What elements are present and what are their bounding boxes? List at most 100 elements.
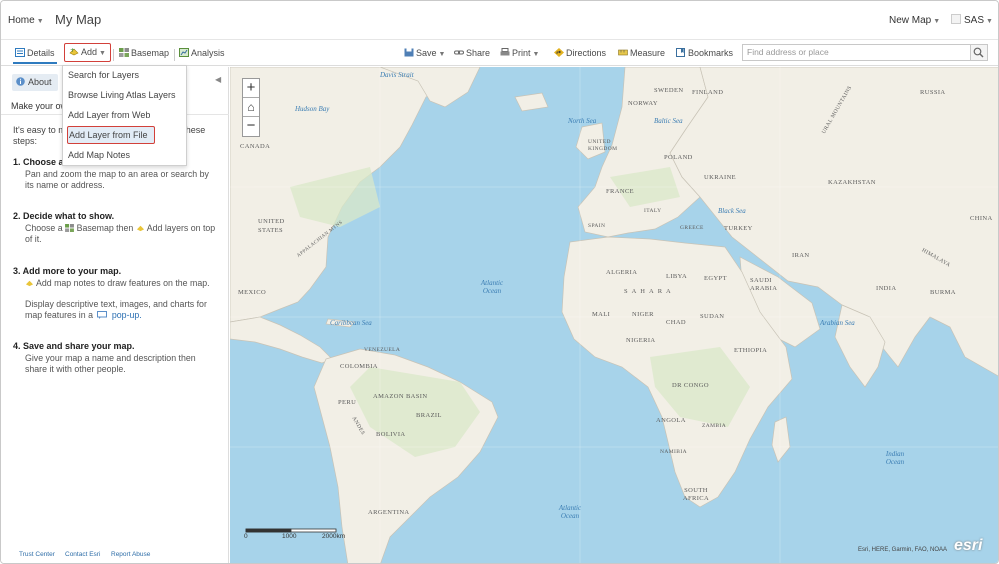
map-label: CHAD	[666, 319, 687, 326]
map-label: DR CONGO	[672, 382, 709, 389]
map-label: BRAZIL	[416, 412, 442, 419]
map-label: SAUDI ARABIA	[750, 277, 778, 292]
user-avatar-icon[interactable]	[951, 14, 961, 24]
menu-item-add-layer-from-file[interactable]: Add Layer from File	[67, 126, 155, 144]
map-label: IRAN	[792, 252, 810, 259]
measure-button[interactable]: Measure	[618, 45, 665, 62]
toolbar-divider	[174, 49, 175, 61]
measure-icon	[618, 49, 628, 56]
zoom-controls: + ⌂ −	[242, 78, 260, 137]
map-label: PERU	[338, 399, 357, 406]
map-label: SAHARA	[624, 288, 675, 295]
map-label: ALGERIA	[606, 269, 638, 276]
map-label: ETHIOPIA	[734, 347, 768, 354]
step-2-title: 2. Decide what to show.	[13, 211, 115, 221]
zoom-out-button[interactable]: −	[243, 117, 259, 136]
map-label: ITALY	[644, 208, 662, 214]
analysis-icon	[179, 48, 189, 57]
sea-label: Arabian Sea	[820, 319, 855, 327]
map-label: MALI	[592, 311, 611, 318]
map-label: ZAMBIA	[702, 423, 727, 429]
print-icon	[500, 48, 510, 56]
popup-icon	[97, 311, 108, 319]
menu-item-search-for-layers[interactable]: Search for Layers	[67, 66, 184, 84]
map-label: SPAIN	[588, 223, 606, 229]
report-abuse-link[interactable]: Report Abuse	[111, 551, 150, 558]
map-label: INDIA	[876, 285, 897, 292]
map-label: POLAND	[664, 154, 693, 161]
toolbar-divider	[113, 49, 114, 61]
add-layer-icon	[136, 225, 144, 232]
step-4-title: 4. Save and share your map.	[13, 341, 135, 351]
map-label: COLOMBIA	[340, 363, 378, 370]
map-label: UKRAINE	[704, 174, 737, 181]
step-4-text: Give your map a name and description the…	[25, 353, 196, 374]
map-label: NIGER	[632, 311, 654, 318]
add-layer-icon: +	[69, 47, 79, 56]
details-icon	[15, 48, 25, 57]
directions-icon	[554, 48, 564, 57]
collapse-panel-icon[interactable]: ◀	[215, 75, 221, 84]
trust-center-link[interactable]: Trust Center	[19, 551, 55, 558]
step-3-text: Add map notes to draw features on the ma…	[25, 278, 217, 289]
map-label: SUDAN	[700, 313, 725, 320]
scale-bar	[245, 528, 337, 533]
map-title[interactable]: My Map	[55, 12, 101, 27]
svg-text:+: +	[70, 47, 75, 54]
search-input[interactable]: Find address or place	[742, 44, 971, 61]
save-icon	[404, 48, 414, 57]
map-view[interactable]: + ⌂ − CANADA UNITED STATES MEXICO Hudson…	[230, 67, 998, 563]
home-menu[interactable]: Home ▼	[8, 15, 44, 26]
map-label: CHINA	[970, 215, 993, 222]
app-window: Home ▼ My Map New Map ▼ SAS ▼ Details + Add ▼…	[0, 0, 999, 564]
sea-label: Davis Strait	[380, 71, 414, 79]
chevron-down-icon: ▼	[99, 50, 106, 57]
new-map-menu[interactable]: New Map ▼	[889, 15, 940, 26]
about-tab[interactable]: About	[12, 74, 58, 91]
esri-logo: esri	[954, 537, 983, 554]
map-label: RUSSIA	[920, 89, 946, 96]
map-label: TURKEY	[724, 225, 753, 232]
basemap-grid-icon	[65, 224, 75, 232]
user-menu[interactable]: SAS ▼	[964, 15, 993, 26]
share-button[interactable]: Share	[454, 45, 490, 62]
map-label: CANADA	[240, 143, 271, 150]
zoom-in-button[interactable]: +	[243, 79, 259, 98]
step-2-text: Choose a Basemap then Add layers on top …	[25, 223, 216, 244]
menu-item-add-map-notes[interactable]: Add Map Notes	[67, 146, 184, 164]
ocean-label: Indian Ocean	[885, 450, 905, 466]
menu-item-add-layer-from-web[interactable]: Add Layer from Web	[67, 106, 184, 124]
bookmarks-button[interactable]: Bookmarks	[676, 45, 733, 62]
sea-label: Hudson Bay	[295, 105, 330, 113]
home-extent-icon[interactable]: ⌂	[243, 98, 259, 117]
chevron-down-icon: ▼	[933, 18, 941, 25]
step-3-popup-text: Display descriptive text, images, and ch…	[25, 299, 207, 320]
menu-item-browse-living-atlas[interactable]: Browse Living Atlas Layers	[67, 86, 184, 104]
print-button[interactable]: Print ▼	[500, 45, 539, 62]
bookmark-icon	[676, 48, 685, 57]
info-icon	[16, 77, 25, 86]
add-dropdown-menu: Search for Layers Browse Living Atlas La…	[62, 65, 187, 166]
directions-button[interactable]: Directions	[554, 45, 606, 62]
popup-link[interactable]: pop-up.	[112, 310, 142, 320]
analysis-button[interactable]: Analysis	[179, 45, 225, 62]
sea-label: North Sea	[568, 117, 597, 125]
basemap-button[interactable]: Basemap	[119, 45, 169, 62]
map-label: FINLAND	[692, 89, 724, 96]
step-3-title: 3. Add more to your map.	[13, 266, 122, 276]
add-button[interactable]: + Add ▼	[64, 43, 111, 62]
details-tab[interactable]: Details	[13, 45, 57, 64]
scale-label: 2000km	[322, 533, 346, 540]
search-button[interactable]	[971, 44, 988, 61]
map-label: SOUTH AFRICA	[682, 487, 710, 502]
map-label: UNITED KINGDOM	[588, 139, 618, 152]
map-label: ARGENTINA	[368, 509, 410, 516]
save-button[interactable]: Save ▼	[404, 45, 445, 62]
map-attribution: Esri, HERE, Garmin, FAO, NOAA	[858, 547, 948, 553]
contact-esri-link[interactable]: Contact Esri	[65, 551, 100, 558]
search-icon	[973, 47, 984, 58]
map-label: KAZAKHSTAN	[828, 179, 876, 186]
map-label: NORWAY	[628, 100, 658, 107]
scale-label: 0	[244, 533, 248, 540]
map-label: EGYPT	[704, 275, 727, 282]
